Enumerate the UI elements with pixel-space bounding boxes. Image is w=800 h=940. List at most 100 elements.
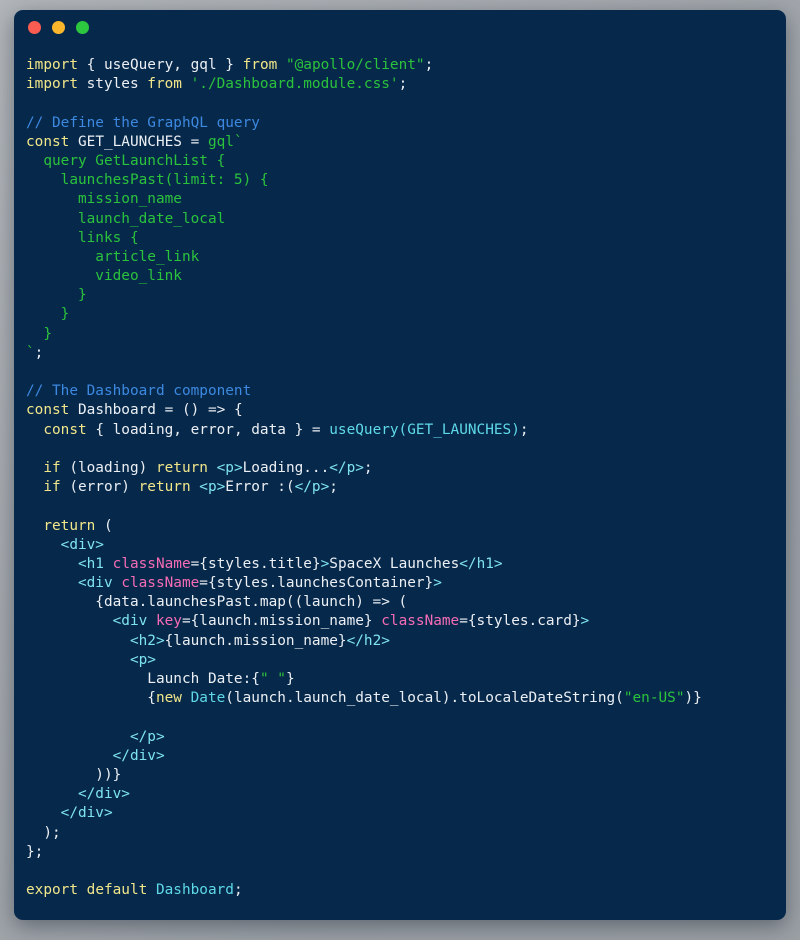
code-line: // The Dashboard component xyxy=(26,382,786,401)
code-token-plain: Error :( xyxy=(225,479,295,496)
code-line: return ( xyxy=(26,517,786,536)
code-token-plain: (launch.launch_date_local).toLocaleDateS… xyxy=(225,690,624,707)
code-token-attr: className xyxy=(112,555,191,572)
code-token-tag: <h2> xyxy=(129,632,165,649)
code-token-plain: Loading... xyxy=(242,459,330,476)
code-token-plain: Dashboard = () => { xyxy=(69,402,243,419)
code-token-kw: return xyxy=(138,479,191,496)
code-token-tag: </p> xyxy=(129,728,165,745)
code-token-tag: <h1 xyxy=(77,555,104,572)
code-token-tag: </p> xyxy=(329,459,364,476)
window-titlebar xyxy=(14,10,786,44)
code-token-plain: (error) xyxy=(60,479,139,496)
code-line: const Dashboard = () => { xyxy=(26,401,786,420)
code-token-kw: import xyxy=(26,76,78,93)
code-token-str: './Dashboard.module.css' xyxy=(190,76,399,93)
code-line: ); xyxy=(26,824,786,843)
minimize-window-button[interactable] xyxy=(52,20,65,34)
code-line: export default Dashboard; xyxy=(26,881,786,900)
code-token-plain: {launch.mission_name} xyxy=(164,632,347,649)
code-line: launch_date_local xyxy=(26,210,786,229)
code-content[interactable]: import { useQuery, gql } from "@apollo/c… xyxy=(14,44,786,900)
code-token-kw: new xyxy=(155,690,182,707)
code-token-kw: const xyxy=(26,133,70,150)
code-line: } xyxy=(26,305,786,324)
code-token-str: "en-US" xyxy=(623,690,685,707)
code-line: <div> xyxy=(26,536,786,555)
code-token-tag: </p> xyxy=(294,479,330,496)
code-token-plain: { xyxy=(26,690,156,707)
code-token-plain: ( xyxy=(95,517,113,534)
code-token-tag: <p> xyxy=(199,479,226,496)
code-line: <h1 className={styles.title}>SpaceX Laun… xyxy=(26,555,786,574)
code-token-tag: > xyxy=(320,555,330,572)
code-token-plain: ={launch.mission_name} xyxy=(181,613,382,630)
code-line: }; xyxy=(26,843,786,862)
code-token-tag: > xyxy=(580,613,590,630)
maximize-window-button[interactable] xyxy=(76,20,89,34)
code-token-plain: { loading, error, data } = xyxy=(86,421,330,438)
code-line: <h2>{launch.mission_name}</h2> xyxy=(26,632,786,651)
code-token-tag: </h1> xyxy=(459,555,503,572)
code-token-gql: } xyxy=(26,325,52,342)
code-line: links { xyxy=(26,229,786,248)
code-token-plain: )} xyxy=(684,690,702,707)
code-token-fn: Date xyxy=(190,690,226,707)
code-token-kw: return xyxy=(155,459,208,476)
code-token-kw: const xyxy=(26,402,70,419)
code-line: </div> xyxy=(26,804,786,823)
code-line: ))} xyxy=(26,766,786,785)
code-token-gql: launch_date_local xyxy=(26,210,226,227)
code-token-tag: </div> xyxy=(112,747,165,764)
code-line: </div> xyxy=(26,785,786,804)
code-token-kw: if xyxy=(43,479,61,496)
code-token-plain: }; xyxy=(26,843,44,860)
code-token-gql: } xyxy=(26,287,87,304)
code-line: if (error) return <p>Error :(</p>; xyxy=(26,478,786,497)
code-token-kw: const xyxy=(43,421,87,438)
code-token-kw: return xyxy=(43,517,96,534)
code-token-tag: <p> xyxy=(129,651,156,668)
code-token-kw: export xyxy=(26,882,78,899)
code-token-plain: ={styles.launchesContainer} xyxy=(199,575,434,592)
code-token-comment: // Define the GraphQL query xyxy=(26,114,260,131)
code-line: {data.launchesPast.map((launch) => ( xyxy=(26,593,786,612)
code-token-attr: className xyxy=(381,613,460,630)
code-token-fn: useQuery(GET_LAUNCHES) xyxy=(329,421,520,438)
code-token-plain: ; xyxy=(329,479,338,496)
code-token-str: gql` xyxy=(207,133,243,150)
code-token-gql: query GetLaunchList { xyxy=(26,152,226,169)
code-token-tag: <p> xyxy=(216,459,243,476)
code-token-gql: article_link xyxy=(26,248,200,265)
code-line: `; xyxy=(26,344,786,363)
code-token-comment: // The Dashboard component xyxy=(26,383,252,400)
code-token-kw: from xyxy=(242,57,278,73)
code-token-kw: default xyxy=(86,882,148,899)
code-line: <div key={launch.mission_name} className… xyxy=(26,612,786,631)
close-window-button[interactable] xyxy=(28,20,41,34)
code-token-plain: { useQuery, gql } xyxy=(86,57,234,73)
code-token-gql: video_link xyxy=(26,268,182,285)
code-token-plain: styles xyxy=(77,76,148,93)
code-token-kw: if xyxy=(43,459,61,476)
code-token-tag: </div> xyxy=(77,786,130,803)
